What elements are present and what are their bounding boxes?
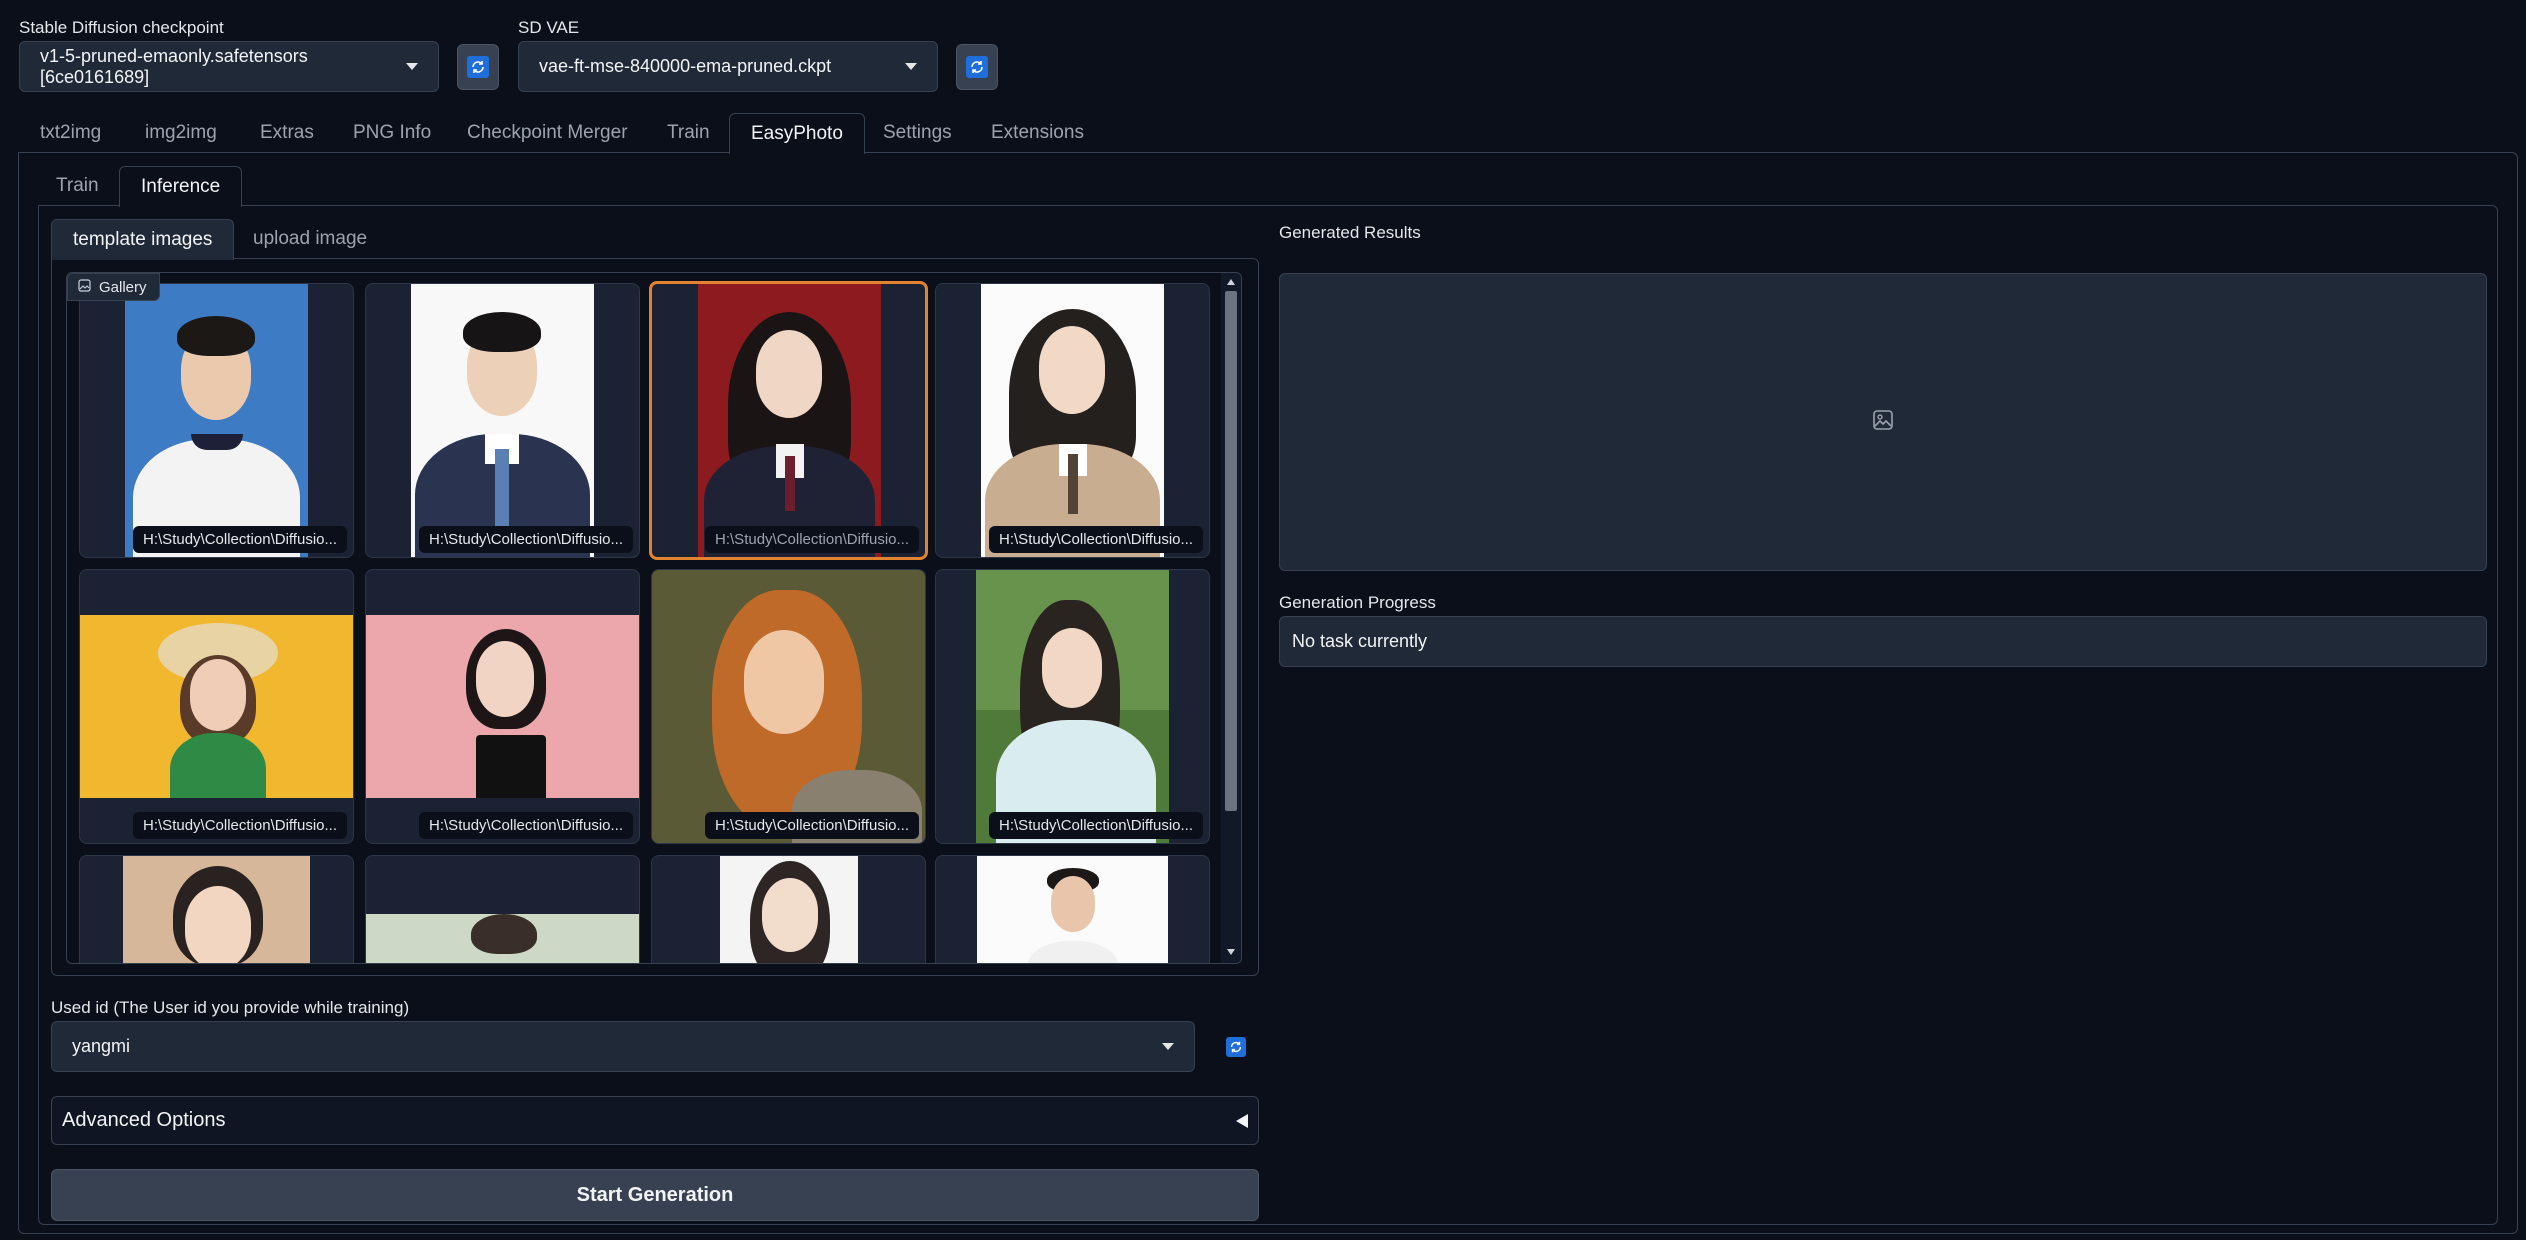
checkpoint-value: v1-5-pruned-emaonly.safetensors [6ce0161… [40, 45, 308, 87]
refresh-icon [1226, 1037, 1246, 1057]
portrait-image [977, 856, 1168, 963]
tab-txt2img[interactable]: txt2img [19, 113, 122, 153]
image-icon [78, 278, 91, 296]
tab-extras[interactable]: Extras [239, 113, 335, 153]
scroll-down-icon[interactable] [1227, 949, 1235, 955]
gallery-caption: H:\Study\Collection\Diffusio... [705, 812, 919, 839]
collapse-triangle-icon [1236, 1113, 1248, 1128]
gallery-grid: H:\Study\Collection\Diffusio... H:\Study… [67, 273, 1219, 963]
portrait-image [720, 856, 858, 963]
vae-dropdown[interactable]: vae-ft-mse-840000-ema-pruned.ckpt [518, 41, 938, 92]
portrait-image [123, 856, 310, 963]
portrait-image [652, 570, 925, 843]
user-id-dropdown[interactable]: yangmi [51, 1021, 1195, 1072]
gallery: H:\Study\Collection\Diffusio... H:\Study… [66, 272, 1242, 964]
user-id-value: yangmi [72, 1036, 131, 1056]
gallery-item[interactable] [651, 855, 926, 963]
generation-progress-text: No task currently [1292, 631, 1428, 651]
vae-label: SD VAE [518, 18, 580, 37]
portrait-image [366, 914, 639, 963]
portrait-image [976, 570, 1169, 843]
portrait-image [80, 615, 353, 798]
generation-progress-box: No task currently [1279, 616, 2487, 667]
portrait-image [125, 284, 308, 557]
gallery-label: Gallery [67, 273, 160, 301]
scroll-up-icon[interactable] [1227, 279, 1235, 285]
gallery-item[interactable]: H:\Study\Collection\Diffusio... [79, 283, 354, 558]
tab-sub-train[interactable]: Train [35, 166, 120, 206]
checkpoint-label: Stable Diffusion checkpoint [19, 18, 224, 37]
gallery-item[interactable] [79, 855, 354, 963]
checkpoint-refresh-button[interactable] [457, 44, 499, 90]
gallery-caption: H:\Study\Collection\Diffusio... [419, 526, 633, 553]
gallery-item[interactable]: H:\Study\Collection\Diffusio... [651, 569, 926, 844]
generation-progress-label: Generation Progress [1279, 593, 1436, 612]
vae-value: vae-ft-mse-840000-ema-pruned.ckpt [539, 56, 832, 76]
gallery-item[interactable]: H:\Study\Collection\Diffusio... [365, 569, 640, 844]
tab-train[interactable]: Train [646, 113, 731, 153]
gallery-item[interactable]: H:\Study\Collection\Diffusio... [935, 569, 1210, 844]
refresh-icon [467, 56, 489, 78]
gallery-caption: H:\Study\Collection\Diffusio... [989, 526, 1203, 553]
tab-inference[interactable]: Inference [119, 166, 243, 207]
gallery-label-text: Gallery [99, 278, 147, 296]
generated-results-label: Generated Results [1279, 223, 1421, 242]
gallery-caption: H:\Study\Collection\Diffusio... [419, 812, 633, 839]
portrait-image [366, 615, 639, 798]
gallery-caption: H:\Study\Collection\Diffusio... [133, 526, 347, 553]
tab-easyphoto[interactable]: EasyPhoto [729, 113, 865, 154]
vae-refresh-button[interactable] [956, 44, 998, 90]
gallery-item[interactable]: H:\Study\Collection\Diffusio... [79, 569, 354, 844]
advanced-options-accordion[interactable]: Advanced Options [51, 1096, 1259, 1145]
tab-template-images[interactable]: template images [51, 219, 235, 260]
tab-checkpoint-merger[interactable]: Checkpoint Merger [446, 113, 649, 153]
tab-upload-image[interactable]: upload image [232, 219, 388, 259]
portrait-image [411, 284, 594, 557]
gallery-item[interactable] [935, 855, 1210, 963]
gallery-caption: H:\Study\Collection\Diffusio... [133, 812, 347, 839]
refresh-icon [966, 56, 988, 78]
start-generation-button[interactable]: Start Generation [51, 1169, 1259, 1221]
gallery-item[interactable]: H:\Study\Collection\Diffusio... [649, 281, 928, 560]
portrait-image [698, 284, 881, 557]
chevron-down-icon [905, 63, 917, 70]
gallery-item[interactable]: H:\Study\Collection\Diffusio... [935, 283, 1210, 558]
tab-settings[interactable]: Settings [862, 113, 973, 153]
generated-results-area [1279, 273, 2487, 571]
user-id-refresh-button[interactable] [1226, 1037, 1248, 1059]
tab-extensions[interactable]: Extensions [970, 113, 1105, 153]
tab-img2img[interactable]: img2img [124, 113, 238, 153]
scrollbar-thumb[interactable] [1225, 291, 1237, 811]
gallery-item[interactable] [365, 855, 640, 963]
gallery-caption: H:\Study\Collection\Diffusio... [989, 812, 1203, 839]
checkpoint-dropdown[interactable]: v1-5-pruned-emaonly.safetensors [6ce0161… [19, 41, 439, 92]
user-id-label: Used id (The User id you provide while t… [51, 998, 410, 1017]
gallery-caption: H:\Study\Collection\Diffusio... [705, 526, 919, 553]
chevron-down-icon [406, 63, 418, 70]
portrait-image [981, 284, 1164, 557]
image-placeholder-icon [1872, 409, 1894, 436]
chevron-down-icon [1162, 1043, 1174, 1050]
tab-png-info[interactable]: PNG Info [332, 113, 452, 153]
gallery-item[interactable]: H:\Study\Collection\Diffusio... [365, 283, 640, 558]
advanced-options-label: Advanced Options [62, 1109, 226, 1131]
gallery-scrollbar[interactable] [1221, 273, 1241, 963]
